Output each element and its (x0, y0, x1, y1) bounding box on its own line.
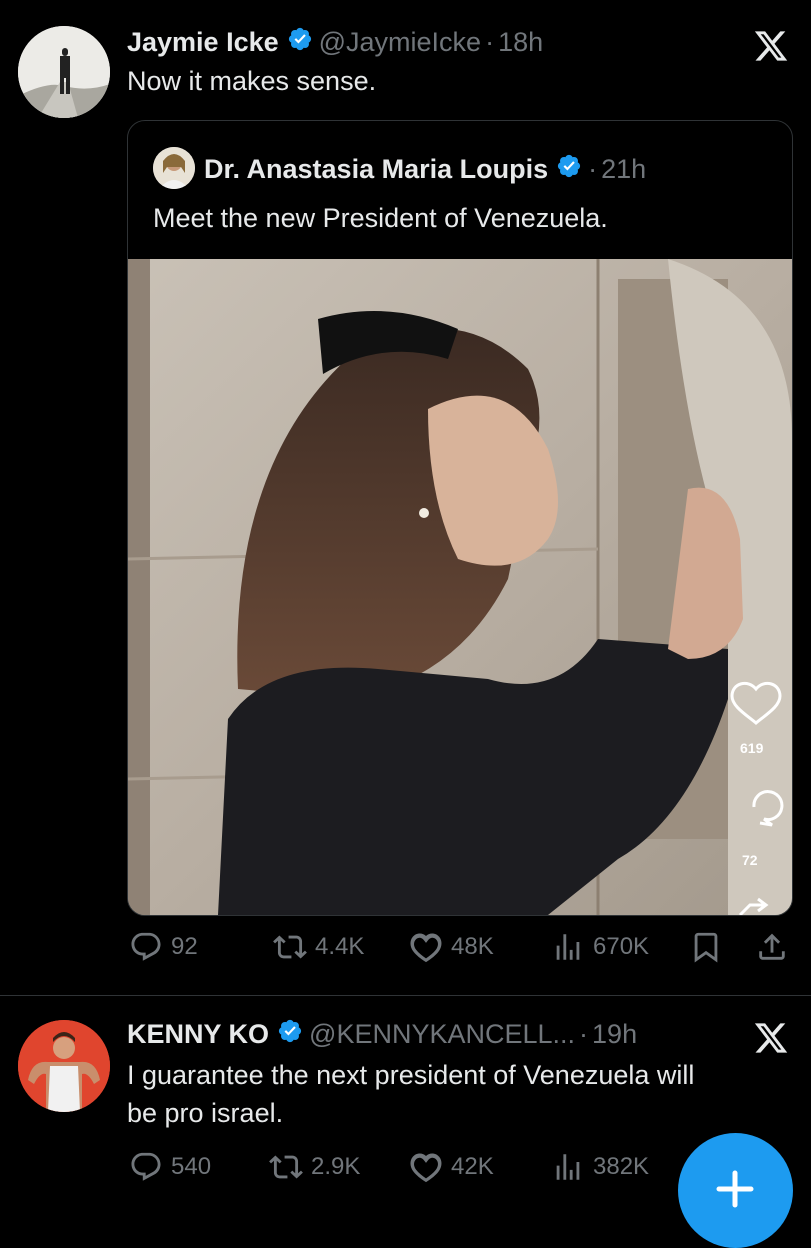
x-logo-icon (752, 1020, 790, 1061)
tweet-text-line-1: I guarantee the next president of Venezu… (127, 1060, 695, 1090)
compose-plus-icon (716, 1170, 754, 1208)
verified-badge-icon (556, 153, 582, 186)
reply-count: 92 (171, 933, 198, 960)
reply-icon (131, 932, 161, 961)
like-icon (410, 1153, 442, 1183)
video-comment-count: 72 (742, 852, 758, 868)
reply-button[interactable]: 540 (129, 1150, 211, 1184)
like-icon (410, 933, 442, 963)
separator-dot: · (588, 153, 598, 184)
repost-icon (273, 935, 307, 959)
bookmark-button[interactable] (689, 930, 731, 964)
repost-button[interactable]: 2.9K (269, 1150, 360, 1184)
repost-button[interactable]: 4.4K (273, 930, 364, 964)
reply-button[interactable]: 92 (129, 930, 198, 964)
x-logo-icon (752, 28, 790, 69)
timestamp[interactable]: 18h (498, 27, 543, 58)
quote-text: Meet the new President of Venezuela. (153, 203, 608, 233)
repost-icon (269, 1155, 303, 1179)
quote-tweet[interactable]: Dr. Anastasia Maria Loupis · 21h Meet th… (127, 120, 793, 916)
share-icon (759, 933, 785, 960)
bookmark-icon (694, 932, 718, 963)
author-handle[interactable]: @JaymieIcke (319, 27, 481, 58)
author-name[interactable]: Jaymie Icke (127, 27, 279, 58)
quote-author-name[interactable]: Dr. Anastasia Maria Loupis (204, 154, 548, 185)
share-button[interactable] (755, 930, 797, 964)
timestamp[interactable]: 19h (592, 1019, 637, 1050)
separator-dot: · (579, 1018, 589, 1049)
tweet-1[interactable]: Jaymie Icke @JaymieIcke · 18h Now it mak… (0, 0, 811, 990)
like-button[interactable]: 48K (409, 930, 494, 964)
views-button[interactable]: 382K (551, 1150, 649, 1184)
views-count: 670K (593, 933, 650, 960)
repost-count: 2.9K (311, 1153, 361, 1180)
avatar-jaymie[interactable] (18, 26, 110, 118)
author-name[interactable]: KENNY KO (127, 1019, 269, 1050)
views-count: 382K (593, 1153, 650, 1180)
video-like-count: 619 (740, 740, 764, 756)
reply-count: 540 (171, 1153, 212, 1180)
verified-badge-icon (277, 1018, 303, 1051)
compose-button[interactable] (678, 1133, 793, 1248)
quote-header: Dr. Anastasia Maria Loupis · 21h (204, 151, 646, 187)
separator-dot: · (485, 26, 495, 57)
tweet-text: Now it makes sense. (127, 66, 377, 96)
avatar-kenny[interactable] (18, 1020, 110, 1112)
reply-icon (131, 1152, 161, 1181)
author-handle[interactable]: @KENNYKANCELL... (309, 1019, 575, 1050)
repost-count: 4.4K (315, 933, 365, 960)
like-count: 42K (451, 1153, 494, 1180)
tweet-1-header: Jaymie Icke @JaymieIcke · 18h (127, 24, 543, 60)
views-icon (556, 934, 580, 960)
verified-badge-icon (287, 26, 313, 59)
views-icon (556, 1154, 580, 1180)
tweet-2-header: KENNY KO @KENNYKANCELL... · 19h (127, 1016, 637, 1052)
tweet-text-line-2: be pro israel. (127, 1098, 284, 1128)
quote-timestamp[interactable]: 21h (601, 154, 646, 185)
views-button[interactable]: 670K (551, 930, 649, 964)
like-button[interactable]: 42K (409, 1150, 494, 1184)
quote-media-photo[interactable]: 619 72 (128, 259, 792, 915)
tweet-1-actions: 92 4.4K 48K 670K (127, 930, 807, 970)
avatar-anastasia[interactable] (153, 147, 195, 189)
like-count: 48K (451, 933, 494, 960)
